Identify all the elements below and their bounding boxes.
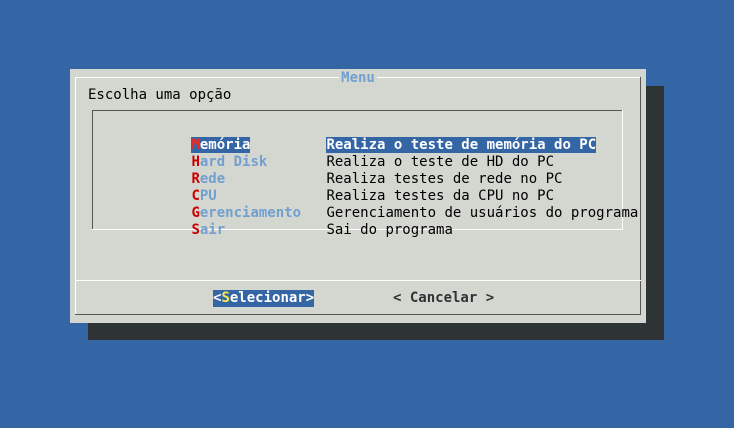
menu-item-tag: Sair (191, 222, 326, 239)
menu-list: Memória Realiza o teste de memória do PC … (124, 120, 638, 238)
dialog-title: Menu (70, 70, 646, 86)
select-button-label: elecionar (229, 290, 306, 306)
menu-item-hotkey: S (191, 222, 200, 238)
button-separator (75, 280, 641, 281)
menu-item-memoria[interactable]: Memória Realiza o teste de memória do PC (124, 120, 638, 153)
dialog-prompt: Escolha uma opção (88, 87, 232, 103)
menu-item-tag-rest: air (199, 222, 226, 238)
select-button-right-bracket: > (305, 290, 315, 306)
menu-item-gerenciamento[interactable]: Gerenciamento Gerenciamento de usuários d… (124, 188, 638, 221)
menu-item-hard-disk[interactable]: Hard Disk Realiza o teste de HD do PC (124, 137, 638, 170)
menu-item-sair[interactable]: Sair Sai do programa (124, 205, 638, 238)
dialog-title-text: Menu (339, 70, 377, 86)
menu-box: Memória Realiza o teste de memória do PC … (92, 110, 638, 238)
menu-item-cpu[interactable]: CPU Realiza testes da CPU no PC (124, 171, 638, 204)
select-button[interactable]: <Selecionar> (213, 290, 315, 307)
menu-box-border-left (92, 110, 93, 230)
menu-dialog: Menu Escolha uma opção Memória Realiza o … (70, 69, 646, 323)
cancel-button[interactable]: < Cancelar > (393, 290, 494, 307)
menu-box-border-top (92, 110, 623, 111)
dialog-border-bottom (75, 314, 641, 315)
select-button-hotkey: S (221, 290, 230, 306)
menu-item-rede[interactable]: Rede Realiza testes de rede no PC (124, 154, 638, 187)
menu-item-description: Sai do programa (326, 222, 453, 238)
